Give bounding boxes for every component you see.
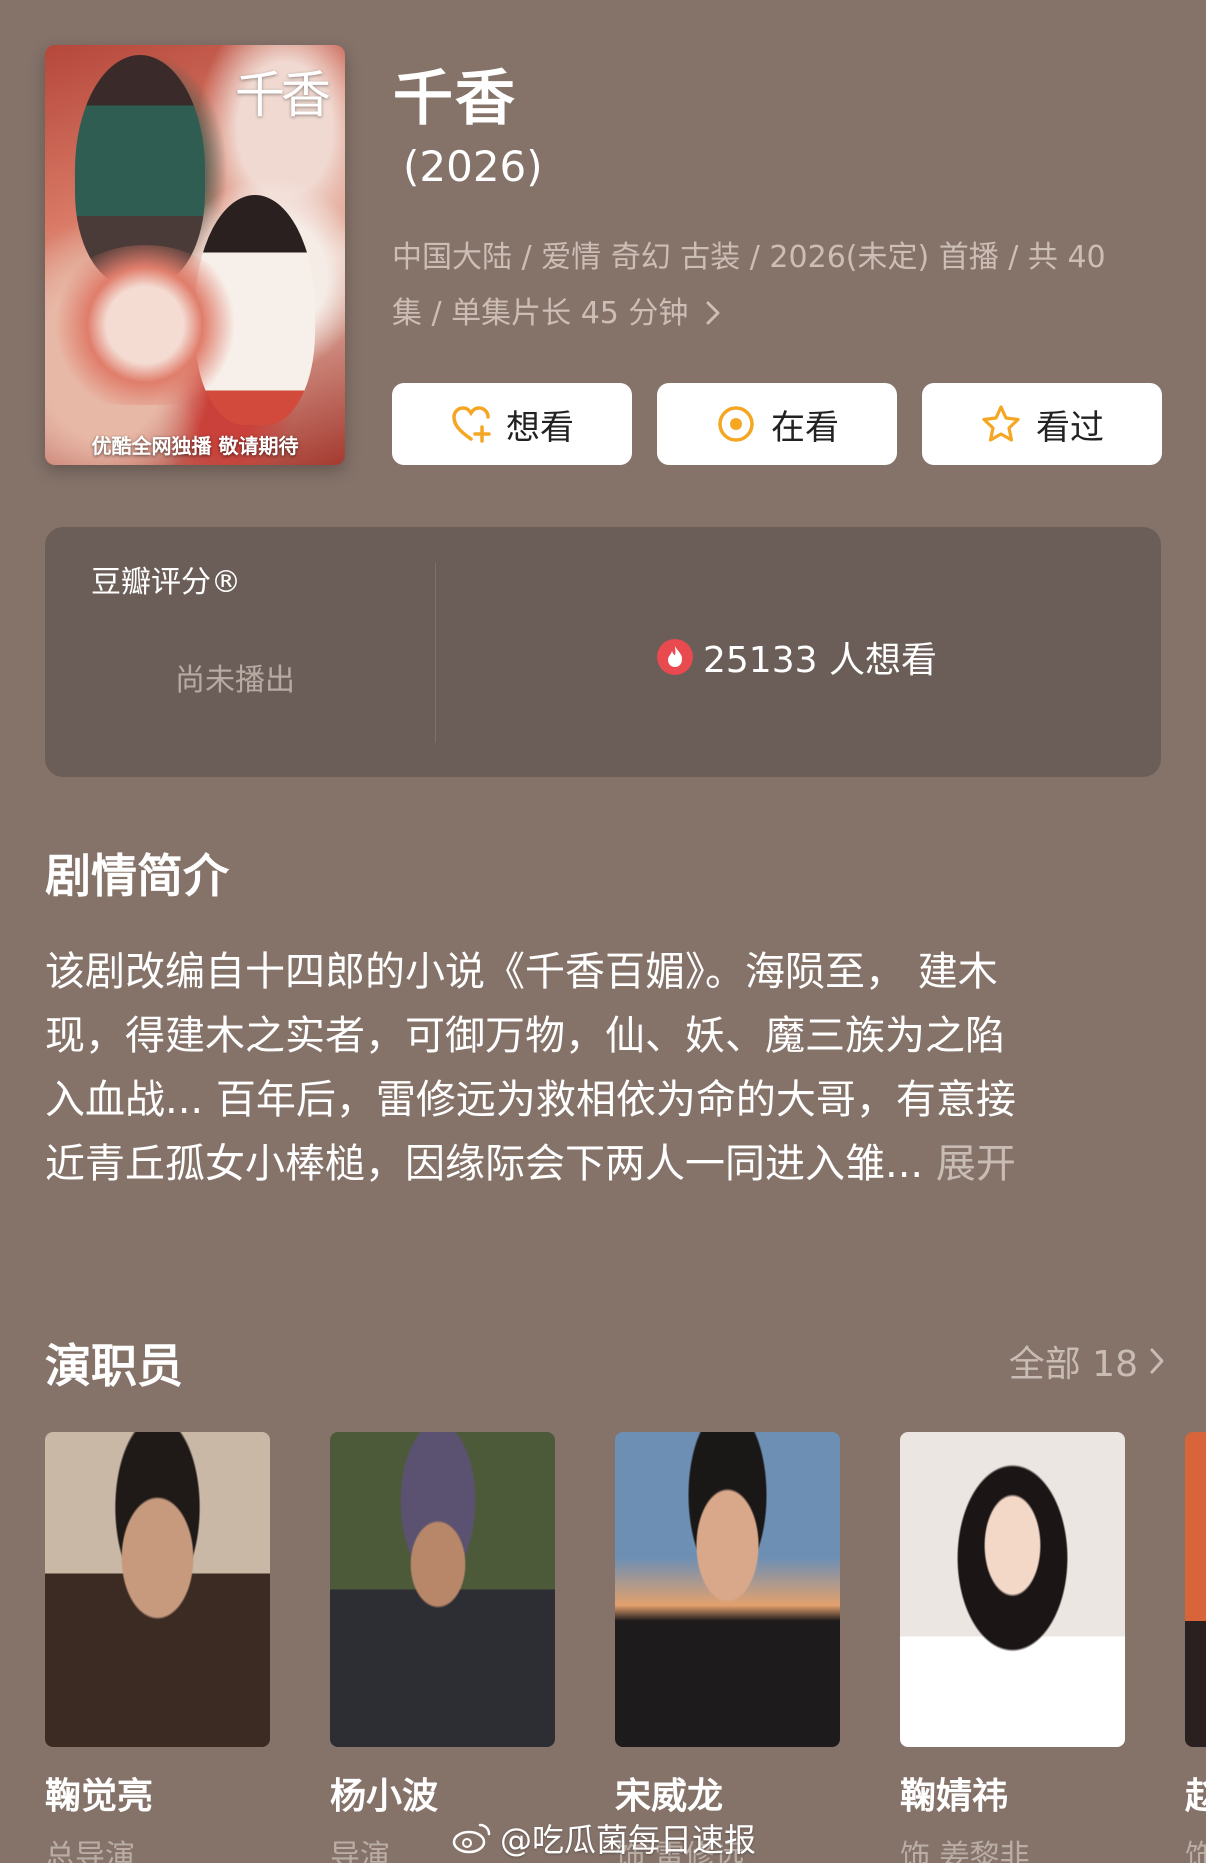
want-to-watch-label: 想看 — [506, 407, 574, 448]
cast-all-label: 全部 18 — [1008, 1344, 1138, 1385]
release-year: (2026) — [403, 142, 543, 191]
meta-info[interactable]: 中国大陆 / 爱情 奇幻 古装 / 2026(未定) 首播 / 共 40 集 /… — [392, 230, 1172, 342]
star-icon — [982, 405, 1020, 442]
douban-rating-label: 豆瓣评分® — [91, 565, 241, 600]
weibo-icon — [452, 1823, 491, 1854]
cast-name: 赵 — [1185, 1776, 1206, 1817]
cast-name: 鞠觉亮 — [45, 1776, 154, 1817]
cast-role: 饰 姜黎非 — [900, 1839, 1030, 1863]
synopsis-line-text: 近青丘孤女小棒槌，因缘际会下两人一同进入雏... — [45, 1141, 924, 1187]
meta-line-1: 中国大陆 / 爱情 奇幻 古装 / 2026(未定) 首播 / 共 40 — [392, 240, 1106, 275]
meta-line-2: 集 / 单集片长 45 分钟 — [392, 286, 1172, 342]
cast-card[interactable]: 鞠觉亮 总导演 — [45, 1432, 270, 1863]
cast-card[interactable]: 宋威龙 饰 雷修远 — [615, 1432, 840, 1863]
rating-card[interactable]: 豆瓣评分® 尚未播出 25133 人想看 — [45, 527, 1161, 777]
watermark: @吃瓜菌每日速报 — [452, 1815, 756, 1861]
expand-link[interactable]: 展开 — [936, 1141, 1016, 1187]
rating-divider — [435, 563, 436, 743]
fire-icon — [657, 639, 693, 675]
poster-caption: 优酷全网独播 敬请期待 — [91, 434, 299, 458]
cast-name: 杨小波 — [330, 1776, 439, 1817]
watched-button[interactable]: 看过 — [922, 383, 1162, 465]
watermark-text: @吃瓜菌每日速报 — [500, 1821, 757, 1859]
cast-all-link[interactable]: 全部 18 — [1009, 1335, 1166, 1387]
cast-photo — [615, 1432, 840, 1747]
watching-button[interactable]: 在看 — [657, 383, 897, 465]
cast-photo — [1185, 1432, 1206, 1747]
want-to-watch-button[interactable]: 想看 — [392, 383, 632, 465]
watched-label: 看过 — [1036, 407, 1104, 448]
cast-name: 鞠婧祎 — [900, 1776, 1009, 1817]
cast-role: 总导演 — [45, 1839, 135, 1863]
cast-card[interactable]: 鞠婧祎 饰 姜黎非 — [900, 1432, 1125, 1863]
cast-photo — [45, 1432, 270, 1747]
poster-image[interactable]: 千香 优酷全网独播 敬请期待 — [45, 45, 345, 465]
cast-photo — [330, 1432, 555, 1747]
cast-heading: 演职员 — [45, 1339, 183, 1393]
cast-photo — [900, 1432, 1125, 1747]
page-title: 千香 — [393, 64, 517, 134]
meta-line-2-text: 集 / 单集片长 45 分钟 — [392, 296, 689, 331]
synopsis-heading: 剧情简介 — [45, 849, 229, 903]
rating-status: 尚未播出 — [175, 663, 295, 698]
cast-card[interactable]: 杨小波 导演 — [330, 1432, 555, 1863]
synopsis-line: 该剧改编自十四郎的小说《千香百媚》。海陨至， 建木 — [45, 949, 998, 995]
cast-card[interactable]: 赵 饰 — [1185, 1432, 1206, 1863]
synopsis-line: 现，得建木之实者，可御万物，仙、妖、魔三族为之陷 — [45, 1013, 1005, 1059]
heart-plus-icon — [452, 406, 491, 443]
synopsis-line: 近青丘孤女小棒槌，因缘际会下两人一同进入雏... 展开 — [45, 1132, 1165, 1196]
wish-count-text: 25133 人想看 — [703, 640, 937, 681]
cast-role: 饰 — [1185, 1839, 1206, 1863]
cast-name: 宋威龙 — [615, 1776, 724, 1817]
chevron-right-icon — [1150, 1348, 1164, 1374]
poster-swirl — [45, 245, 245, 405]
synopsis-line: 入血战... 百年后，雷修远为救相依为命的大哥，有意接 — [45, 1077, 1016, 1123]
watching-label: 在看 — [771, 407, 839, 448]
chevron-right-icon — [694, 296, 722, 331]
synopsis-text[interactable]: 该剧改编自十四郎的小说《千香百媚》。海陨至， 建木 现，得建木之实者，可御万物，… — [45, 940, 1165, 1196]
poster-title: 千香 — [235, 66, 331, 124]
wish-count: 25133 人想看 — [657, 631, 937, 683]
target-icon — [718, 406, 754, 442]
